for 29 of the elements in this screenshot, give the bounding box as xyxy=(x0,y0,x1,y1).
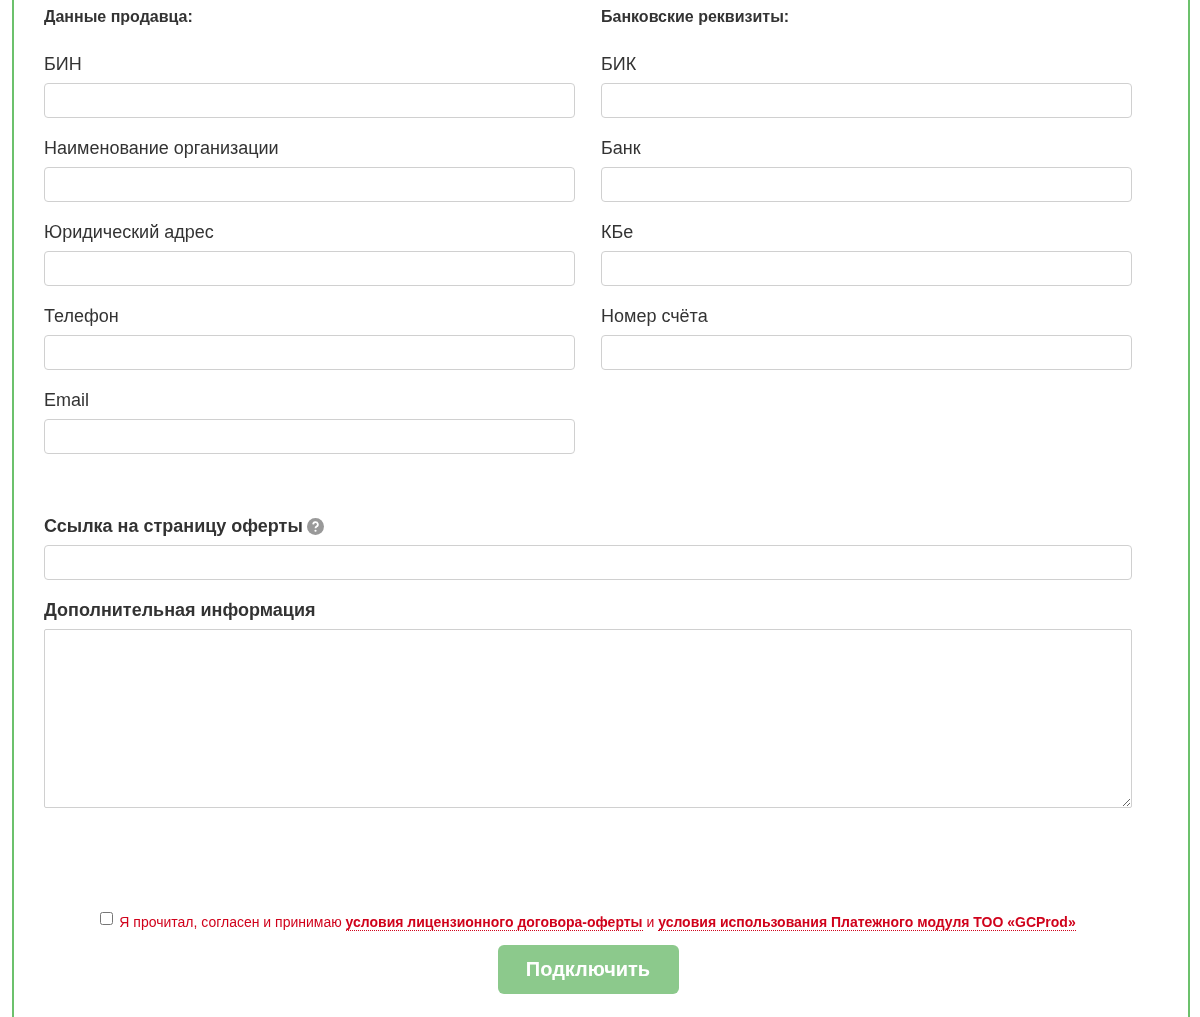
field-label: Наименование организации xyxy=(44,137,280,159)
field-label: Email xyxy=(44,389,90,411)
input-field[interactable] xyxy=(44,83,575,118)
input-field[interactable] xyxy=(601,335,1132,370)
field-label: Телефон xyxy=(44,305,120,327)
license-link[interactable]: условия лицензионного договора-оферты xyxy=(345,913,643,931)
input-field[interactable] xyxy=(44,545,1132,580)
input-field[interactable] xyxy=(44,335,575,370)
input-field[interactable] xyxy=(601,251,1132,286)
field-label: КБе xyxy=(601,221,635,243)
input-field[interactable] xyxy=(601,83,1132,118)
field-label: БИК xyxy=(601,53,638,75)
input-field[interactable] xyxy=(601,167,1132,202)
section-heading: Данные продавца: xyxy=(44,8,194,27)
input-field[interactable] xyxy=(44,167,575,202)
text-area[interactable] xyxy=(44,629,1132,808)
field-label: БИН xyxy=(44,53,83,75)
section-heading: Банковские реквизиты: xyxy=(601,8,791,27)
input-field[interactable] xyxy=(44,251,575,286)
agreement-text: Я прочитал, согласен и принимаю условия лицензионного договора-оферты и условия использования Платежного модуля ТОО «GCProd» xyxy=(119,913,1076,930)
terms-link[interactable]: условия использования Платежного модуля ТОО «GCProd» xyxy=(658,913,1076,931)
field-label: Банк xyxy=(601,137,642,159)
agreement-checkbox[interactable] xyxy=(100,912,114,925)
field-label: Дополнительная информация xyxy=(44,599,317,621)
field-label: Номер счёта xyxy=(601,305,709,327)
help-icon[interactable] xyxy=(306,517,324,535)
field-label: Ссылка на страницу оферты xyxy=(44,515,303,537)
input-field[interactable] xyxy=(44,419,575,454)
field-label: Юридический адрес xyxy=(44,221,215,243)
